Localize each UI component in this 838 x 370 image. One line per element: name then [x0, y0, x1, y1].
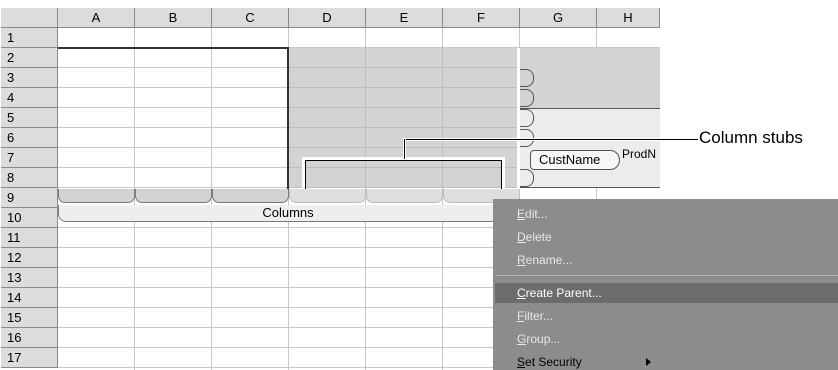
row-stub-brace-8[interactable] — [520, 169, 534, 187]
row-header-10[interactable]: 10 — [1, 208, 58, 228]
row-header-12[interactable]: 12 — [1, 248, 58, 268]
menu-item-create-parent[interactable]: Create Parent... — [495, 283, 838, 303]
prod-stub[interactable]: ProdN — [618, 146, 660, 164]
prod-label: ProdN — [622, 147, 657, 161]
column-stub-b[interactable] — [135, 189, 212, 203]
column-header-c[interactable]: C — [212, 8, 289, 28]
menu-item-set-security[interactable]: Set Security — [517, 352, 582, 370]
column-stub-outline-inner — [305, 160, 502, 189]
menu-item-delete[interactable]: Delete — [517, 227, 552, 247]
row-header-2[interactable]: 2 — [1, 48, 58, 68]
row-header-15[interactable]: 15 — [1, 308, 58, 328]
column-header-e[interactable]: E — [366, 8, 443, 28]
row-header-9[interactable]: 9 — [1, 188, 58, 208]
columns-bar[interactable]: Columns — [58, 205, 518, 222]
column-stub-d[interactable] — [289, 189, 366, 203]
callout-column-stubs: Column stubs — [699, 128, 803, 147]
column-header-g[interactable]: G — [520, 8, 597, 28]
row-header-6[interactable]: 6 — [1, 128, 58, 148]
row-header-11[interactable]: 11 — [1, 228, 58, 248]
column-stub-c[interactable] — [212, 189, 289, 203]
row-header-13[interactable]: 13 — [1, 268, 58, 288]
row-header-16[interactable]: 16 — [1, 328, 58, 348]
custname-label: CustName — [539, 152, 601, 167]
callout-leader-drop-inner — [404, 139, 405, 159]
column-header-f[interactable]: F — [443, 8, 520, 28]
column-header-b[interactable]: B — [135, 8, 212, 28]
row-stub-brace-5[interactable] — [520, 109, 534, 127]
spreadsheet-screenshot: A B C D E F G H 1 2 3 4 5 6 7 8 9 10 11 … — [0, 0, 838, 370]
menu-item-group[interactable]: Group... — [517, 329, 560, 349]
context-menu: Edit... Delete Rename... Create Parent..… — [493, 199, 838, 370]
menu-item-filter[interactable]: Filter... — [517, 306, 553, 326]
row-header-3[interactable]: 3 — [1, 68, 58, 88]
row-header-17[interactable]: 17 — [1, 348, 58, 368]
menu-separator — [496, 275, 838, 276]
region-border-a2-c8 — [58, 47, 289, 189]
column-stub-a[interactable] — [58, 189, 135, 203]
row-header-14[interactable]: 14 — [1, 288, 58, 308]
column-header-d[interactable]: D — [289, 8, 366, 28]
column-header-h[interactable]: H — [597, 8, 660, 28]
submenu-arrow-icon — [646, 358, 651, 366]
select-all-corner[interactable] — [1, 8, 58, 28]
callout-leader-line-inner — [405, 139, 698, 140]
column-header-a[interactable]: A — [58, 8, 135, 28]
row-header-4[interactable]: 4 — [1, 88, 58, 108]
row-header-5[interactable]: 5 — [1, 108, 58, 128]
custname-stub[interactable]: CustName — [530, 150, 620, 170]
menu-item-edit[interactable]: Edit... — [517, 204, 548, 224]
row-header-7[interactable]: 7 — [1, 148, 58, 168]
column-stub-e[interactable] — [366, 189, 443, 203]
row-header-area-g — [520, 48, 660, 108]
columns-bar-label: Columns — [262, 205, 314, 220]
row-stub-brace-3[interactable] — [520, 69, 534, 87]
row-header-8[interactable]: 8 — [1, 168, 58, 188]
row-header-1[interactable]: 1 — [1, 28, 58, 48]
menu-item-rename[interactable]: Rename... — [517, 250, 572, 270]
row-stub-brace-4[interactable] — [520, 89, 534, 107]
